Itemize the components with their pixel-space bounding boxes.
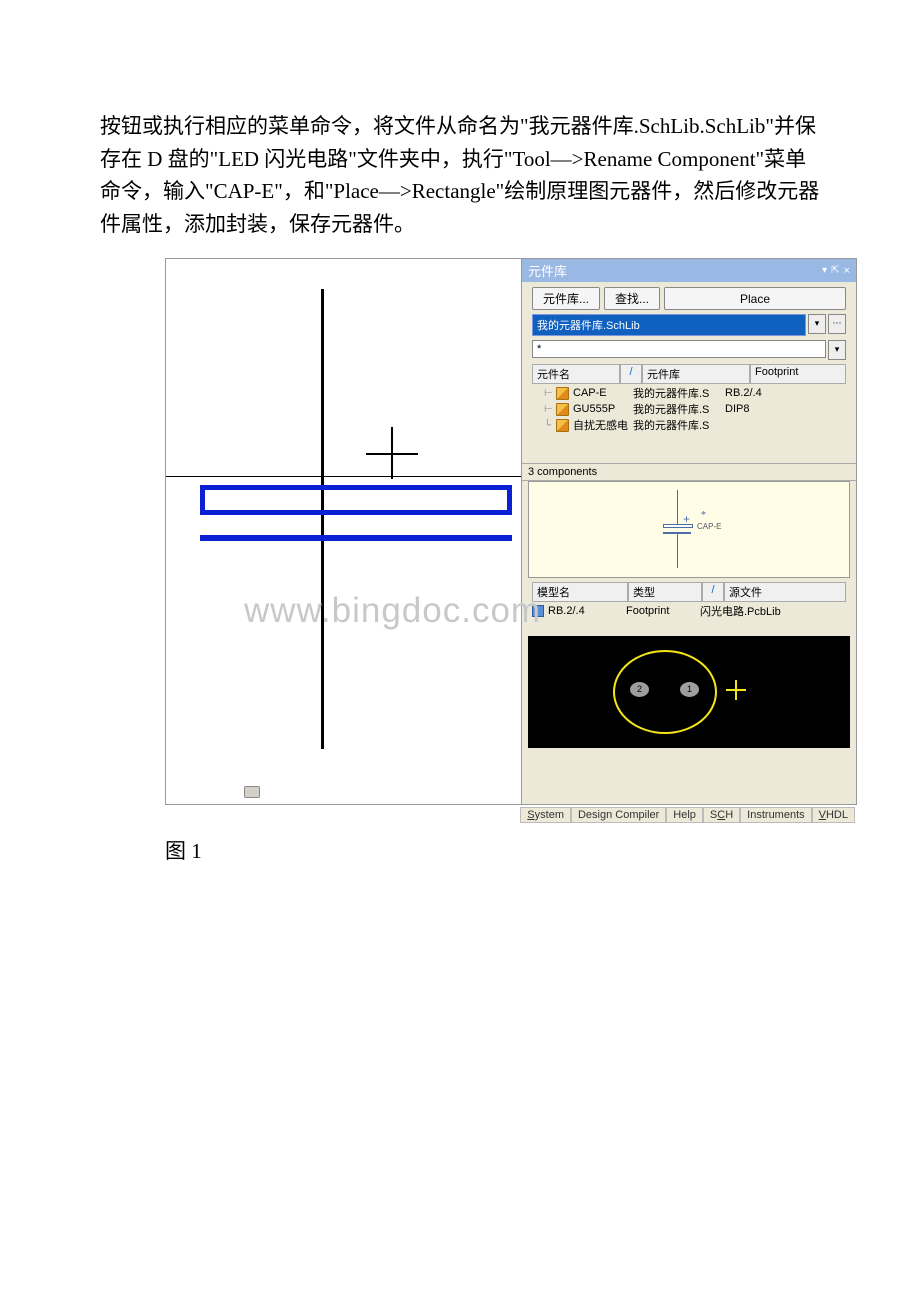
col-model-name[interactable]: 模型名 xyxy=(532,582,628,602)
preview-pin-bottom xyxy=(677,534,678,568)
library-panel: 元件库 ▾ ⇱ × 元件库... 查找... Place 我的元器件库.SchL… xyxy=(521,259,856,804)
search-button[interactable]: 查找... xyxy=(604,287,660,310)
comp-fp: RB.2/.4 xyxy=(725,387,846,399)
pcb-preview: 2 1 xyxy=(528,636,850,748)
comp-lib: 我的元器件库.S xyxy=(633,385,721,401)
panel-title-text: 元件库 xyxy=(528,261,567,280)
comp-lib: 我的元器件库.S xyxy=(633,401,721,417)
tree-icon: └ xyxy=(544,420,552,431)
filter-input[interactable] xyxy=(532,340,826,358)
component-icon xyxy=(556,387,569,400)
tab-help[interactable]: Help xyxy=(666,807,703,823)
lib-dropdown-icon[interactable]: ▾ xyxy=(808,314,826,334)
col-model-type[interactable]: 类型 xyxy=(628,582,702,602)
panel-titlebar: 元件库 ▾ ⇱ × xyxy=(522,259,856,282)
component-count: 3 components xyxy=(522,463,856,481)
screenshot: 元件库 ▾ ⇱ × 元件库... 查找... Place 我的元器件库.SchL… xyxy=(165,258,857,805)
model-type: Footprint xyxy=(626,605,696,617)
list-item[interactable]: ⊢ CAP-E 我的元器件库.S RB.2/.4 xyxy=(544,385,846,401)
body-paragraph: 按钮或执行相应的菜单命令，将文件从命名为"我元器件库.SchLib.SchLib… xyxy=(100,110,825,240)
preview-label: CAP-E xyxy=(697,522,721,531)
preview-pin-top xyxy=(677,490,678,524)
tab-design-compiler[interactable]: Design Compiler xyxy=(571,807,666,823)
tab-vhdl[interactable]: VHDL xyxy=(812,807,855,823)
tab-instruments[interactable]: Instruments xyxy=(740,807,811,823)
library-select[interactable]: 我的元器件库.SchLib xyxy=(532,314,806,336)
cap-plate-bottom xyxy=(200,535,512,541)
tree-icon: ⊢ xyxy=(544,388,552,399)
pcb-cursor-v xyxy=(735,680,737,700)
guide-h xyxy=(166,476,521,477)
preview-plus-icon: + xyxy=(683,512,690,526)
comp-name: CAP-E xyxy=(573,387,629,399)
pin-top xyxy=(321,289,324,749)
list-item[interactable]: └ 自扰无感电 我的元器件库.S xyxy=(544,417,846,433)
libraries-button[interactable]: 元件库... xyxy=(532,287,600,310)
comp-lib: 我的元器件库.S xyxy=(633,417,721,433)
preview-designator: * xyxy=(701,510,706,521)
col-sort-icon[interactable]: / xyxy=(620,364,642,384)
comp-name: GU555P xyxy=(573,403,629,415)
comp-fp: DIP8 xyxy=(725,403,846,415)
col-footprint[interactable]: Footprint xyxy=(750,364,846,384)
schematic-preview: + * CAP-E xyxy=(528,481,850,578)
status-bar: System Design Compiler Help SCH Instrume… xyxy=(165,805,857,825)
comp-name: 自扰无感电 xyxy=(573,417,629,433)
model-src: 闪光电路.PcbLib xyxy=(700,603,846,619)
figure-caption: 图 1 xyxy=(165,835,857,865)
model-header: 模型名 类型 / 源文件 xyxy=(532,582,846,602)
tree-icon: ⊢ xyxy=(544,404,552,415)
footprint-outline xyxy=(613,650,717,734)
component-icon xyxy=(556,403,569,416)
col-model-src[interactable]: 源文件 xyxy=(724,582,846,602)
col-name[interactable]: 元件名 xyxy=(532,364,620,384)
tab-sch[interactable]: SCH xyxy=(703,807,740,823)
component-list-header: 元件名 / 元件库 Footprint xyxy=(522,364,856,384)
figure: 元件库 ▾ ⇱ × 元件库... 查找... Place 我的元器件库.SchL… xyxy=(165,258,857,865)
close-icon[interactable]: × xyxy=(844,265,850,277)
filter-dropdown-icon[interactable]: ▾ xyxy=(828,340,846,360)
schematic-canvas[interactable] xyxy=(166,259,521,804)
model-name: RB.2/.4 xyxy=(548,605,622,617)
list-item[interactable]: ⊢ GU555P 我的元器件库.S DIP8 xyxy=(544,401,846,417)
cursor-v xyxy=(391,427,393,479)
pin-icon[interactable]: ⇱ xyxy=(831,265,839,276)
component-list: ⊢ CAP-E 我的元器件库.S RB.2/.4 ⊢ GU555P 我的元器件库… xyxy=(522,384,856,435)
component-icon xyxy=(556,419,569,432)
place-button[interactable]: Place xyxy=(664,287,846,310)
lib-more-button[interactable]: ··· xyxy=(828,314,846,334)
tab-system[interactable]: System xyxy=(520,807,571,823)
col-lib[interactable]: 元件库 xyxy=(642,364,750,384)
footprint-icon xyxy=(532,605,544,617)
dropdown-icon[interactable]: ▾ xyxy=(822,265,827,276)
scroll-thumb[interactable] xyxy=(244,786,260,798)
model-row[interactable]: RB.2/.4 Footprint 闪光电路.PcbLib xyxy=(522,602,856,620)
cap-plate-top xyxy=(200,485,512,515)
col-sort-icon[interactable]: / xyxy=(702,582,724,602)
